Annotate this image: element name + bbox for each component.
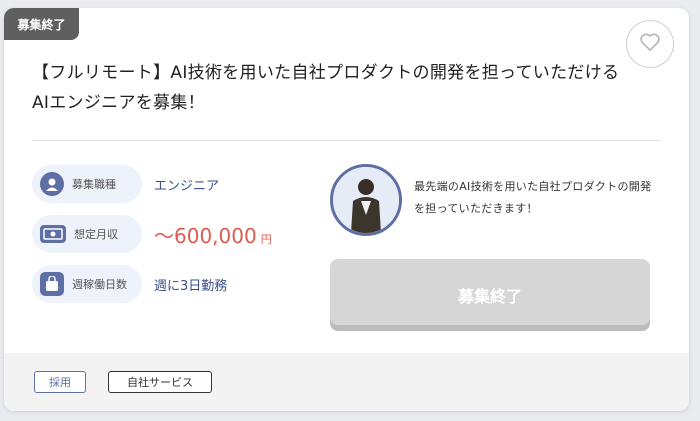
days-value: 週に3日勤務 [154,278,228,294]
days-label: 週稼働日数 [72,278,127,291]
salary-pill: 想定月収 [32,215,142,253]
tag-service[interactable]: 自社サービス [108,371,212,393]
divider [32,140,660,141]
days-pill: 週稼働日数 [32,265,142,303]
salary-value-group: 〜600,000 円 [154,220,272,249]
heart-icon [639,32,661,56]
role-pill: 募集職種 [32,165,142,203]
avatar [330,164,402,236]
status-badge: 募集終了 [4,8,79,40]
money-icon [40,225,66,243]
job-card[interactable]: 募集終了 【フルリモート】AI技術を用いた自社プロダクトの開発を担っていただける… [4,8,689,411]
card-footer: 採用 自社サービス [4,353,689,411]
job-title[interactable]: 【フルリモート】AI技術を用いた自社プロダクトの開発を担っていただけるAIエンジ… [32,58,622,118]
recruiter-message: 最先端のAI技術を用いた自社プロダクトの開発を担っていただきます！ [414,180,652,215]
role-row: 募集職種 エンジニア [32,165,219,203]
role-value: エンジニア [154,178,220,194]
person-icon [40,172,64,196]
salary-row: 想定月収 〜600,000 円 [32,215,272,253]
salary-unit: 円 [260,232,272,246]
apply-button[interactable]: 募集終了 [330,259,650,331]
days-row: 週稼働日数 週に3日勤務 [32,265,227,303]
salary-amount: 〜600,000 [154,223,257,248]
role-label: 募集職種 [72,178,116,191]
salary-label: 想定月収 [74,228,118,241]
bag-icon [40,272,64,296]
favorite-button[interactable] [626,20,674,68]
tag-recruit[interactable]: 採用 [34,371,86,393]
